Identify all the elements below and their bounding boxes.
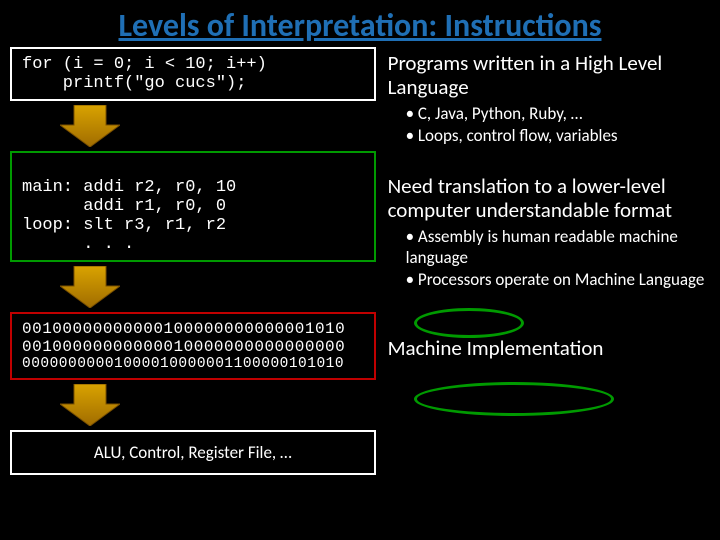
- code-line: 00100000000000010000000000000000: [22, 338, 364, 356]
- translation-paragraph: Need translation to a lower-level comput…: [388, 174, 716, 222]
- arrow-down-icon: [60, 384, 120, 426]
- implementation-paragraph: Machine Implementation: [388, 336, 716, 360]
- code-line: for (i = 0; i < 10; i++): [22, 55, 364, 74]
- right-column: Programs written in a High Level Languag…: [382, 47, 720, 539]
- arrow-down-icon: [60, 266, 120, 308]
- slide-title: Levels of Interpretation: Instructions: [0, 0, 720, 47]
- hll-code-box: for (i = 0; i < 10; i++) printf("go cucs…: [10, 47, 376, 101]
- code-line: main: addi r2, r0, 10: [22, 178, 364, 197]
- code-line: 00100000000000100000000000001010: [22, 320, 364, 338]
- hll-paragraph: Programs written in a High Level Languag…: [388, 51, 716, 99]
- bullet-item: C, Java, Python, Ruby, …: [406, 103, 716, 124]
- arrow-down-icon: [60, 105, 120, 147]
- content-area: for (i = 0; i < 10; i++) printf("go cucs…: [0, 47, 720, 539]
- code-line: addi r1, r0, 0: [22, 197, 364, 216]
- bullet-item: Assembly is human readable machine langu…: [406, 226, 716, 269]
- bullet-item: Processors operate on Machine Language: [406, 269, 716, 290]
- assembly-code-box: main: addi r2, r0, 10 addi r1, r0, 0loop…: [10, 151, 376, 262]
- code-line: printf("go cucs");: [22, 74, 364, 93]
- machine-code-box: 00100000000000100000000000001010 0010000…: [10, 312, 376, 380]
- code-line: . . .: [22, 235, 364, 254]
- left-column: for (i = 0; i < 10; i++) printf("go cucs…: [0, 47, 382, 539]
- implementation-box: ALU, Control, Register File, …: [10, 430, 376, 475]
- bullet-item: Loops, control flow, variables: [406, 125, 716, 146]
- code-line: 00000000001000010000001100000101010: [22, 356, 364, 372]
- translation-bullets: Assembly is human readable machine langu…: [406, 226, 716, 290]
- hll-bullets: C, Java, Python, Ruby, … Loops, control …: [406, 103, 716, 146]
- code-line: loop: slt r3, r1, r2: [22, 216, 364, 235]
